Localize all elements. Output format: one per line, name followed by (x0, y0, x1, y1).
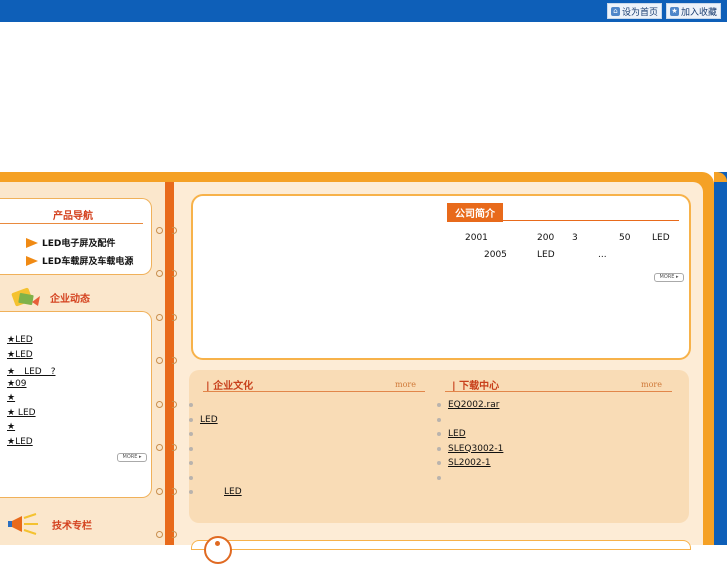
intro-text: 50 (619, 233, 631, 243)
binder-ring (156, 443, 178, 451)
top-links: ⌂ 设为首页 ★ 加入收藏 (606, 3, 721, 19)
news-link[interactable]: ★ LED (7, 408, 50, 418)
product-nav-title: 产品导航 (53, 211, 93, 222)
downloads-heading: | 下载中心 (452, 377, 499, 392)
culture-more-link[interactable]: more (395, 380, 416, 389)
culture-title: | 企业文化 (206, 381, 254, 392)
product-nav-item-label: LED车载屏及车载电源 (42, 257, 134, 267)
news-link[interactable]: ★LED (7, 350, 47, 360)
news-link[interactable]: ★ LED ? (7, 367, 55, 377)
list-item[interactable]: ★ LED ? (7, 364, 55, 379)
intro-text: LED (537, 250, 555, 260)
tech-title: 技术专栏 (52, 520, 92, 532)
news-link[interactable]: ★LED (7, 437, 47, 447)
product-nav-item-label: LED电子屏及配件 (42, 239, 116, 249)
intro-text: 2001 (465, 233, 488, 243)
binder-ring (156, 269, 178, 277)
news-link[interactable]: ★ (7, 393, 37, 403)
list-item[interactable]: EQ2002.rar (437, 400, 515, 415)
binder-ring (156, 226, 178, 234)
list-item[interactable]: ★09 (7, 379, 55, 394)
tech-megaphone-icon (8, 513, 38, 535)
intro-text: 200 (537, 233, 555, 243)
product-nav-item[interactable]: LED车载屏及车载电源 (26, 254, 133, 267)
news-box: ★LED ★LED ★ LED ? ★09 ★ ★ LED ★ ★LED MOR… (0, 311, 152, 498)
list-item[interactable]: SLEQ3002-1 (437, 444, 515, 459)
list-item[interactable] (189, 400, 242, 415)
list-item[interactable]: SL2002-1 (437, 458, 515, 473)
favorite-icon: ★ (669, 6, 679, 16)
banner-area (0, 22, 727, 172)
add-favorite-link[interactable]: ★ 加入收藏 (665, 3, 721, 19)
intro-text: 2005 (484, 250, 507, 260)
divider (447, 220, 679, 221)
divider (203, 391, 425, 392)
news-title: 企业动态 (50, 293, 90, 305)
list-item[interactable] (437, 415, 515, 430)
home-icon: ⌂ (610, 6, 620, 16)
next-section-box (191, 540, 691, 550)
intro-text: ... (598, 250, 607, 260)
binder-ring (156, 530, 178, 538)
downloads-list: EQ2002.rar LED SLEQ3002-1 SL2002-1 (437, 400, 515, 488)
list-item[interactable]: ★ LED (7, 408, 55, 423)
section-badge-icon (204, 536, 232, 564)
set-home-link[interactable]: ⌂ 设为首页 (606, 3, 662, 19)
arrow-icon (26, 237, 38, 248)
set-home-label: 设为首页 (621, 7, 658, 18)
list-item[interactable] (189, 473, 242, 488)
culture-link[interactable]: LED (200, 415, 238, 425)
news-link[interactable]: ★09 (7, 379, 45, 389)
list-item[interactable]: LED (189, 415, 242, 430)
culture-heading: | 企业文化 (206, 377, 253, 392)
intro-more-button[interactable]: MORE ▸ (654, 273, 684, 282)
download-link[interactable]: SLEQ3002-1 (448, 444, 515, 454)
list-item[interactable] (437, 473, 515, 488)
list-item[interactable]: ★LED (7, 335, 55, 350)
divider (0, 223, 143, 224)
arrow-icon (26, 255, 38, 266)
news-heading: 企业动态 (10, 284, 90, 310)
list-item[interactable] (189, 429, 242, 444)
divider (445, 391, 672, 392)
list-item[interactable] (189, 444, 242, 459)
list-item[interactable]: LED (189, 487, 242, 502)
news-icon (11, 287, 40, 307)
company-intro-box: 公司简介 2001 200 3 50 LED 2005 LED ... MORE… (191, 194, 691, 360)
product-nav-box: 产品导航 LED电子屏及配件 LED车载屏及车载电源 (0, 198, 152, 275)
top-bar: ⌂ 设为首页 ★ 加入收藏 (0, 0, 727, 22)
intro-text: LED (652, 233, 670, 243)
intro-text: 3 (572, 233, 578, 243)
list-item[interactable]: ★LED (7, 437, 55, 452)
list-item[interactable]: ★ (7, 393, 55, 408)
list-item[interactable]: ★ (7, 422, 55, 437)
add-favorite-label: 加入收藏 (680, 7, 717, 18)
culture-link[interactable]: LED (200, 487, 242, 497)
product-nav-item[interactable]: LED电子屏及配件 (26, 236, 115, 249)
frame-right-edge (714, 172, 727, 545)
culture-download-panel: | 企业文化 more LED LED | 下载中心 more EQ2002.r… (189, 370, 689, 523)
download-link[interactable]: EQ2002.rar (448, 400, 505, 410)
tech-heading: 技术专栏 (6, 512, 92, 536)
binder-ring (156, 313, 178, 321)
list-item[interactable]: ★LED (7, 350, 55, 365)
news-more-button[interactable]: MORE ▸ (117, 453, 147, 462)
culture-list: LED LED (189, 400, 242, 502)
binder-ring (156, 487, 178, 495)
binder-ring (156, 400, 178, 408)
list-item[interactable] (189, 458, 242, 473)
downloads-title: | 下载中心 (452, 381, 500, 392)
news-link[interactable]: ★ (7, 422, 39, 432)
downloads-more-link[interactable]: more (641, 380, 662, 389)
download-link[interactable]: SL2002-1 (448, 458, 499, 468)
list-item[interactable]: LED (437, 429, 515, 444)
news-link[interactable]: ★LED (7, 335, 47, 345)
binder-ring (156, 356, 178, 364)
download-link[interactable]: LED (448, 429, 476, 439)
news-list: ★LED ★LED ★ LED ? ★09 ★ ★ LED ★ ★LED (7, 335, 55, 451)
